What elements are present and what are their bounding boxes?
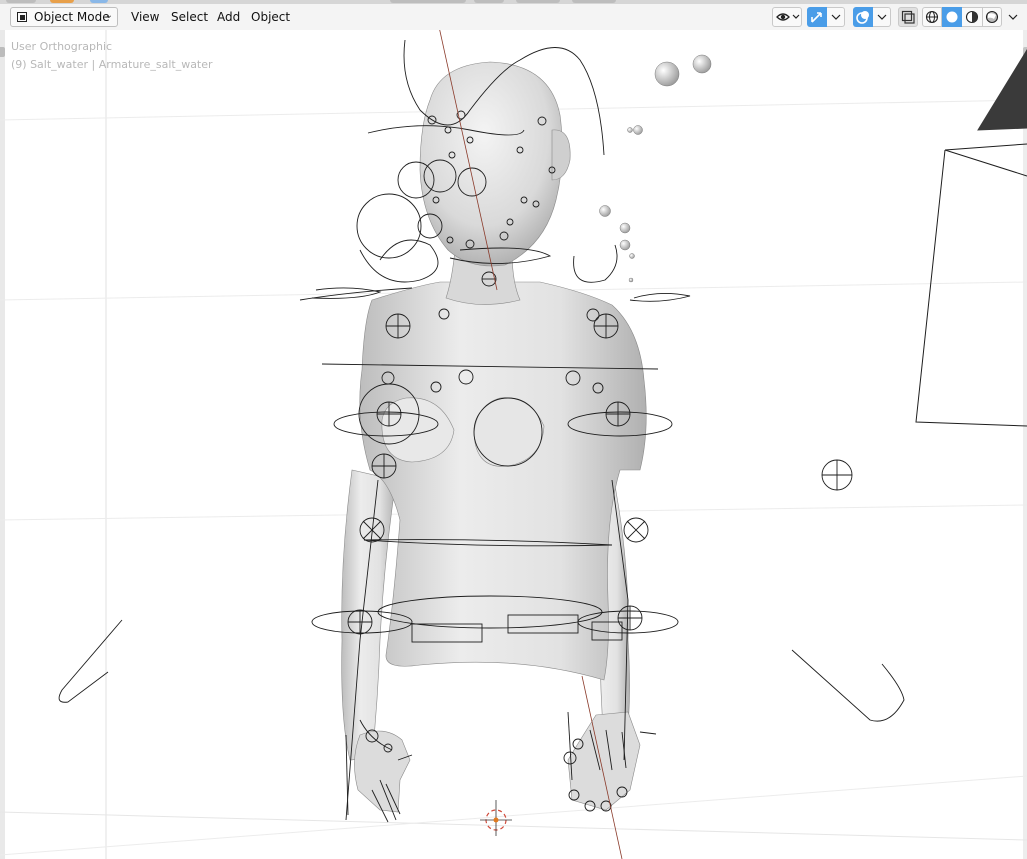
- chevron-down-icon: [877, 14, 886, 20]
- mode-selector[interactable]: Object Mode ⌄: [10, 7, 118, 27]
- wireframe-shading-icon: [925, 10, 939, 24]
- rendered-shading-icon: [985, 10, 999, 24]
- chevron-down-icon: ⌄: [104, 10, 113, 21]
- top-edge-tab: [50, 0, 74, 3]
- menu-view[interactable]: View: [131, 8, 159, 26]
- visibility-dropdown[interactable]: [772, 7, 802, 27]
- object-info-label: (9) Salt_water | Armature_salt_water: [11, 58, 213, 71]
- top-edge-tab: [572, 0, 616, 3]
- xray-icon: [901, 10, 915, 24]
- top-edge-tab: [90, 0, 108, 3]
- shading-options-dropdown[interactable]: [1004, 7, 1022, 27]
- camera-frustum[interactable]: [915, 49, 1027, 427]
- overlay-toggle[interactable]: [853, 7, 891, 27]
- solid-shading-icon: [946, 11, 958, 23]
- chevron-down-icon: [831, 14, 840, 20]
- viewport-header: Object Mode ⌄ View Select Add Object: [0, 4, 1027, 30]
- top-edge-tab: [516, 0, 560, 3]
- material-shading-icon: [965, 10, 979, 24]
- 3d-viewport[interactable]: [0, 30, 1027, 859]
- top-edge-tab: [6, 0, 36, 3]
- eye-icon: [776, 13, 800, 21]
- female-body-mesh[interactable]: [341, 61, 647, 813]
- menu-select[interactable]: Select: [171, 8, 208, 26]
- solid-shading-button[interactable]: [942, 7, 962, 27]
- gizmo-toggle[interactable]: [807, 7, 845, 27]
- top-edge-tab: [474, 0, 504, 3]
- menu-object[interactable]: Object: [251, 8, 290, 26]
- mode-label: Object Mode: [34, 10, 110, 24]
- chevron-down-icon: [1008, 14, 1018, 20]
- menu-add[interactable]: Add: [217, 8, 240, 26]
- overlay-icon: [856, 11, 869, 24]
- gizmo-icon: [811, 12, 822, 23]
- wireframe-shading-button[interactable]: [922, 7, 942, 27]
- object-mode-icon: [17, 12, 27, 22]
- view-name-label: User Orthographic: [11, 40, 113, 53]
- material-shading-button[interactable]: [962, 7, 982, 27]
- xray-toggle[interactable]: [898, 7, 918, 27]
- rendered-shading-button[interactable]: [982, 7, 1002, 27]
- shading-mode-group: [922, 7, 1022, 27]
- top-edge-tab: [390, 0, 466, 3]
